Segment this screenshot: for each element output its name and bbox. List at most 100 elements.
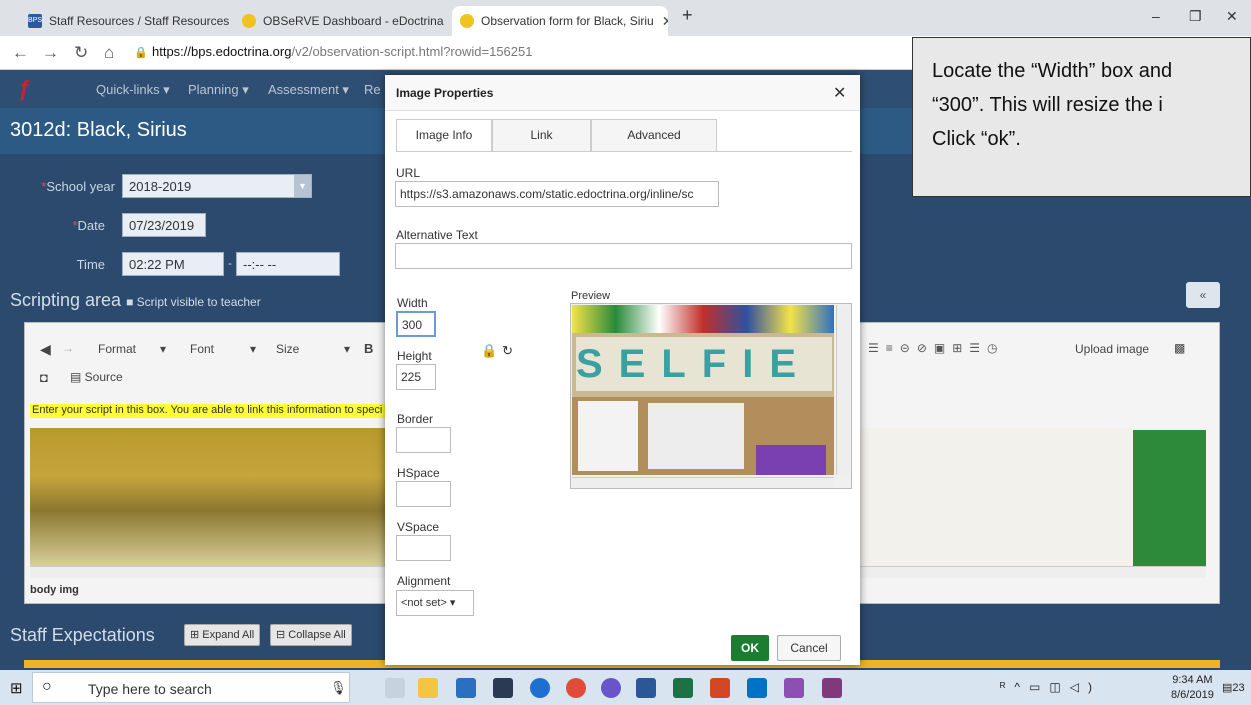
font-dropdown[interactable]: Font [190,342,214,356]
collapse-button[interactable]: « [1186,282,1220,308]
preview-horizontal-scrollbar[interactable] [572,477,834,488]
preview-label: Preview [571,290,611,302]
width-input[interactable]: 300 [396,311,436,337]
edoctrina-icon [460,14,474,28]
date-label: *Date [72,218,105,233]
task-view-icon[interactable] [385,678,405,698]
taskbar-clock[interactable]: 9:34 AM 8/6/2019 [1171,673,1214,703]
home-icon[interactable]: ⌂ [104,43,114,63]
url-field[interactable]: https://bps.edoctrina.org/v2/observation… [152,44,532,59]
page-title: 3012d: Black, Sirius [10,119,187,141]
tab-staff-resources[interactable]: BPS Staff Resources / Staff Resources ✕ [20,6,232,36]
file-explorer-icon[interactable] [418,678,438,698]
collapse-all-button[interactable]: ⊟ Collapse All [270,624,352,646]
back-icon[interactable]: ← [12,43,29,63]
mail-icon[interactable] [493,678,513,698]
url-host: https://bps.edoctrina.org [152,44,292,59]
time-end-input[interactable]: --:-- -- [236,252,340,276]
scripting-area-heading: Scripting area ■ Script visible to teach… [10,290,261,310]
date-input[interactable]: 07/23/2019 [122,213,206,237]
vspace-input[interactable] [396,535,451,561]
chevron-down-icon: ▾ [160,342,167,356]
nav-reports[interactable]: Re [364,82,381,97]
tab-title: Staff Resources / Staff Resources [49,14,230,28]
format-dropdown[interactable]: Format [98,342,136,356]
source-button[interactable]: ▤ Source [70,370,123,384]
url-label: URL [396,166,421,180]
editor-hint-text: Enter your script in this box. You are a… [30,404,385,418]
width-label: Width [397,296,428,310]
edge-icon[interactable] [530,678,550,698]
restore-icon[interactable]: ❐ [1189,8,1202,25]
camera-icon[interactable]: ◘ [40,370,48,385]
microphone-icon[interactable]: 🎙 [330,680,347,696]
instruction-callout: Locate the “Width” box and “300”. This w… [912,37,1251,197]
windows-start-icon[interactable]: ⊞ [10,679,23,697]
close-icon[interactable]: ✕ [229,13,232,30]
preview-vertical-scrollbar[interactable] [836,305,850,475]
close-icon[interactable]: ✕ [444,13,446,30]
nav-planning[interactable]: Planning ▾ [188,82,249,98]
url-input[interactable]: https://s3.amazonaws.com/static.edoctrin… [395,181,719,207]
tab-link[interactable]: Link [492,119,591,151]
chrome-icon[interactable] [566,678,586,698]
tab-advanced[interactable]: Advanced [591,119,717,151]
bps-icon: BPS [28,14,42,28]
alt-text-input[interactable] [395,243,852,269]
alignment-label: Alignment [397,574,451,588]
school-year-label: *School year [41,179,115,194]
tab-title: Observation form for Black, Siriu [481,14,654,28]
tab-image-info[interactable]: Image Info [396,119,492,152]
lock-ratio-icon[interactable]: 🔒↻ [481,343,518,359]
alt-text-label: Alternative Text [396,228,478,242]
redo-icon[interactable]: → [62,341,74,355]
time-separator: - [228,256,232,270]
editor-toolbar-icons[interactable]: ☰≡⊝⊘▣⊞☰◷ [868,341,1005,355]
undo-icon[interactable]: ◀ [40,341,51,358]
time-start-input[interactable]: 02:22 PM [122,252,224,276]
alignment-select[interactable]: <not set> ▾ [396,590,474,616]
powerpoint-icon[interactable] [710,678,730,698]
onenote-icon[interactable] [822,678,842,698]
callout-line: Locate the “Width” box and [932,60,1173,82]
upload-image-button[interactable]: Upload image [1075,342,1149,356]
app-logo-icon[interactable]: ƒ [18,76,58,101]
cortana-icon: ○ [42,678,52,695]
paint-icon[interactable] [784,678,804,698]
school-year-select[interactable]: 2018-2019 [122,174,312,198]
store-icon[interactable] [456,678,476,698]
forward-icon[interactable]: → [42,43,59,63]
window-close-icon[interactable]: ✕ [1226,8,1238,25]
cancel-button[interactable]: Cancel [777,635,841,661]
nav-assessment[interactable]: Assessment ▾ [268,82,349,98]
script-visible-checkbox[interactable]: ■ Script visible to teacher [126,295,261,309]
callout-line: Click “ok”. [932,128,1021,150]
excel-icon[interactable] [673,678,693,698]
dialog-close-icon[interactable]: ✕ [833,83,846,103]
ok-button[interactable]: OK [731,635,769,661]
reload-icon[interactable]: ↻ [74,43,88,63]
border-input[interactable] [396,427,451,453]
size-dropdown[interactable]: Size [276,342,299,356]
minimize-icon[interactable]: – [1152,8,1160,24]
bold-button[interactable]: B [364,341,373,356]
time-label: Time [76,257,105,272]
media-icon[interactable]: ▩ [1174,341,1185,355]
nav-quick-links[interactable]: Quick-links ▾ [96,82,170,98]
expand-all-button[interactable]: ⊞ Expand All [184,624,261,646]
tab-observation-form[interactable]: Observation form for Black, Siriu ✕ [452,6,668,36]
app-icon[interactable] [601,678,621,698]
close-icon[interactable]: ✕ [654,13,668,30]
hspace-input[interactable] [396,481,451,507]
new-tab-button[interactable]: + [682,5,693,26]
system-tray-icons[interactable]: ᴿ^▭◫◁) [1000,680,1101,694]
outlook-icon[interactable] [747,678,767,698]
chevron-down-icon: ▼ [294,175,311,197]
height-input[interactable]: 225 [396,364,436,390]
preview-image: SELFIE [572,305,834,475]
word-icon[interactable] [636,678,656,698]
notifications-icon[interactable]: ▤23 [1222,681,1245,694]
tab-observe-dashboard[interactable]: OBSeRVE Dashboard - eDoctrina ✕ [234,6,446,36]
inline-image-green-panel [1133,430,1206,566]
tab-divider [396,151,852,152]
